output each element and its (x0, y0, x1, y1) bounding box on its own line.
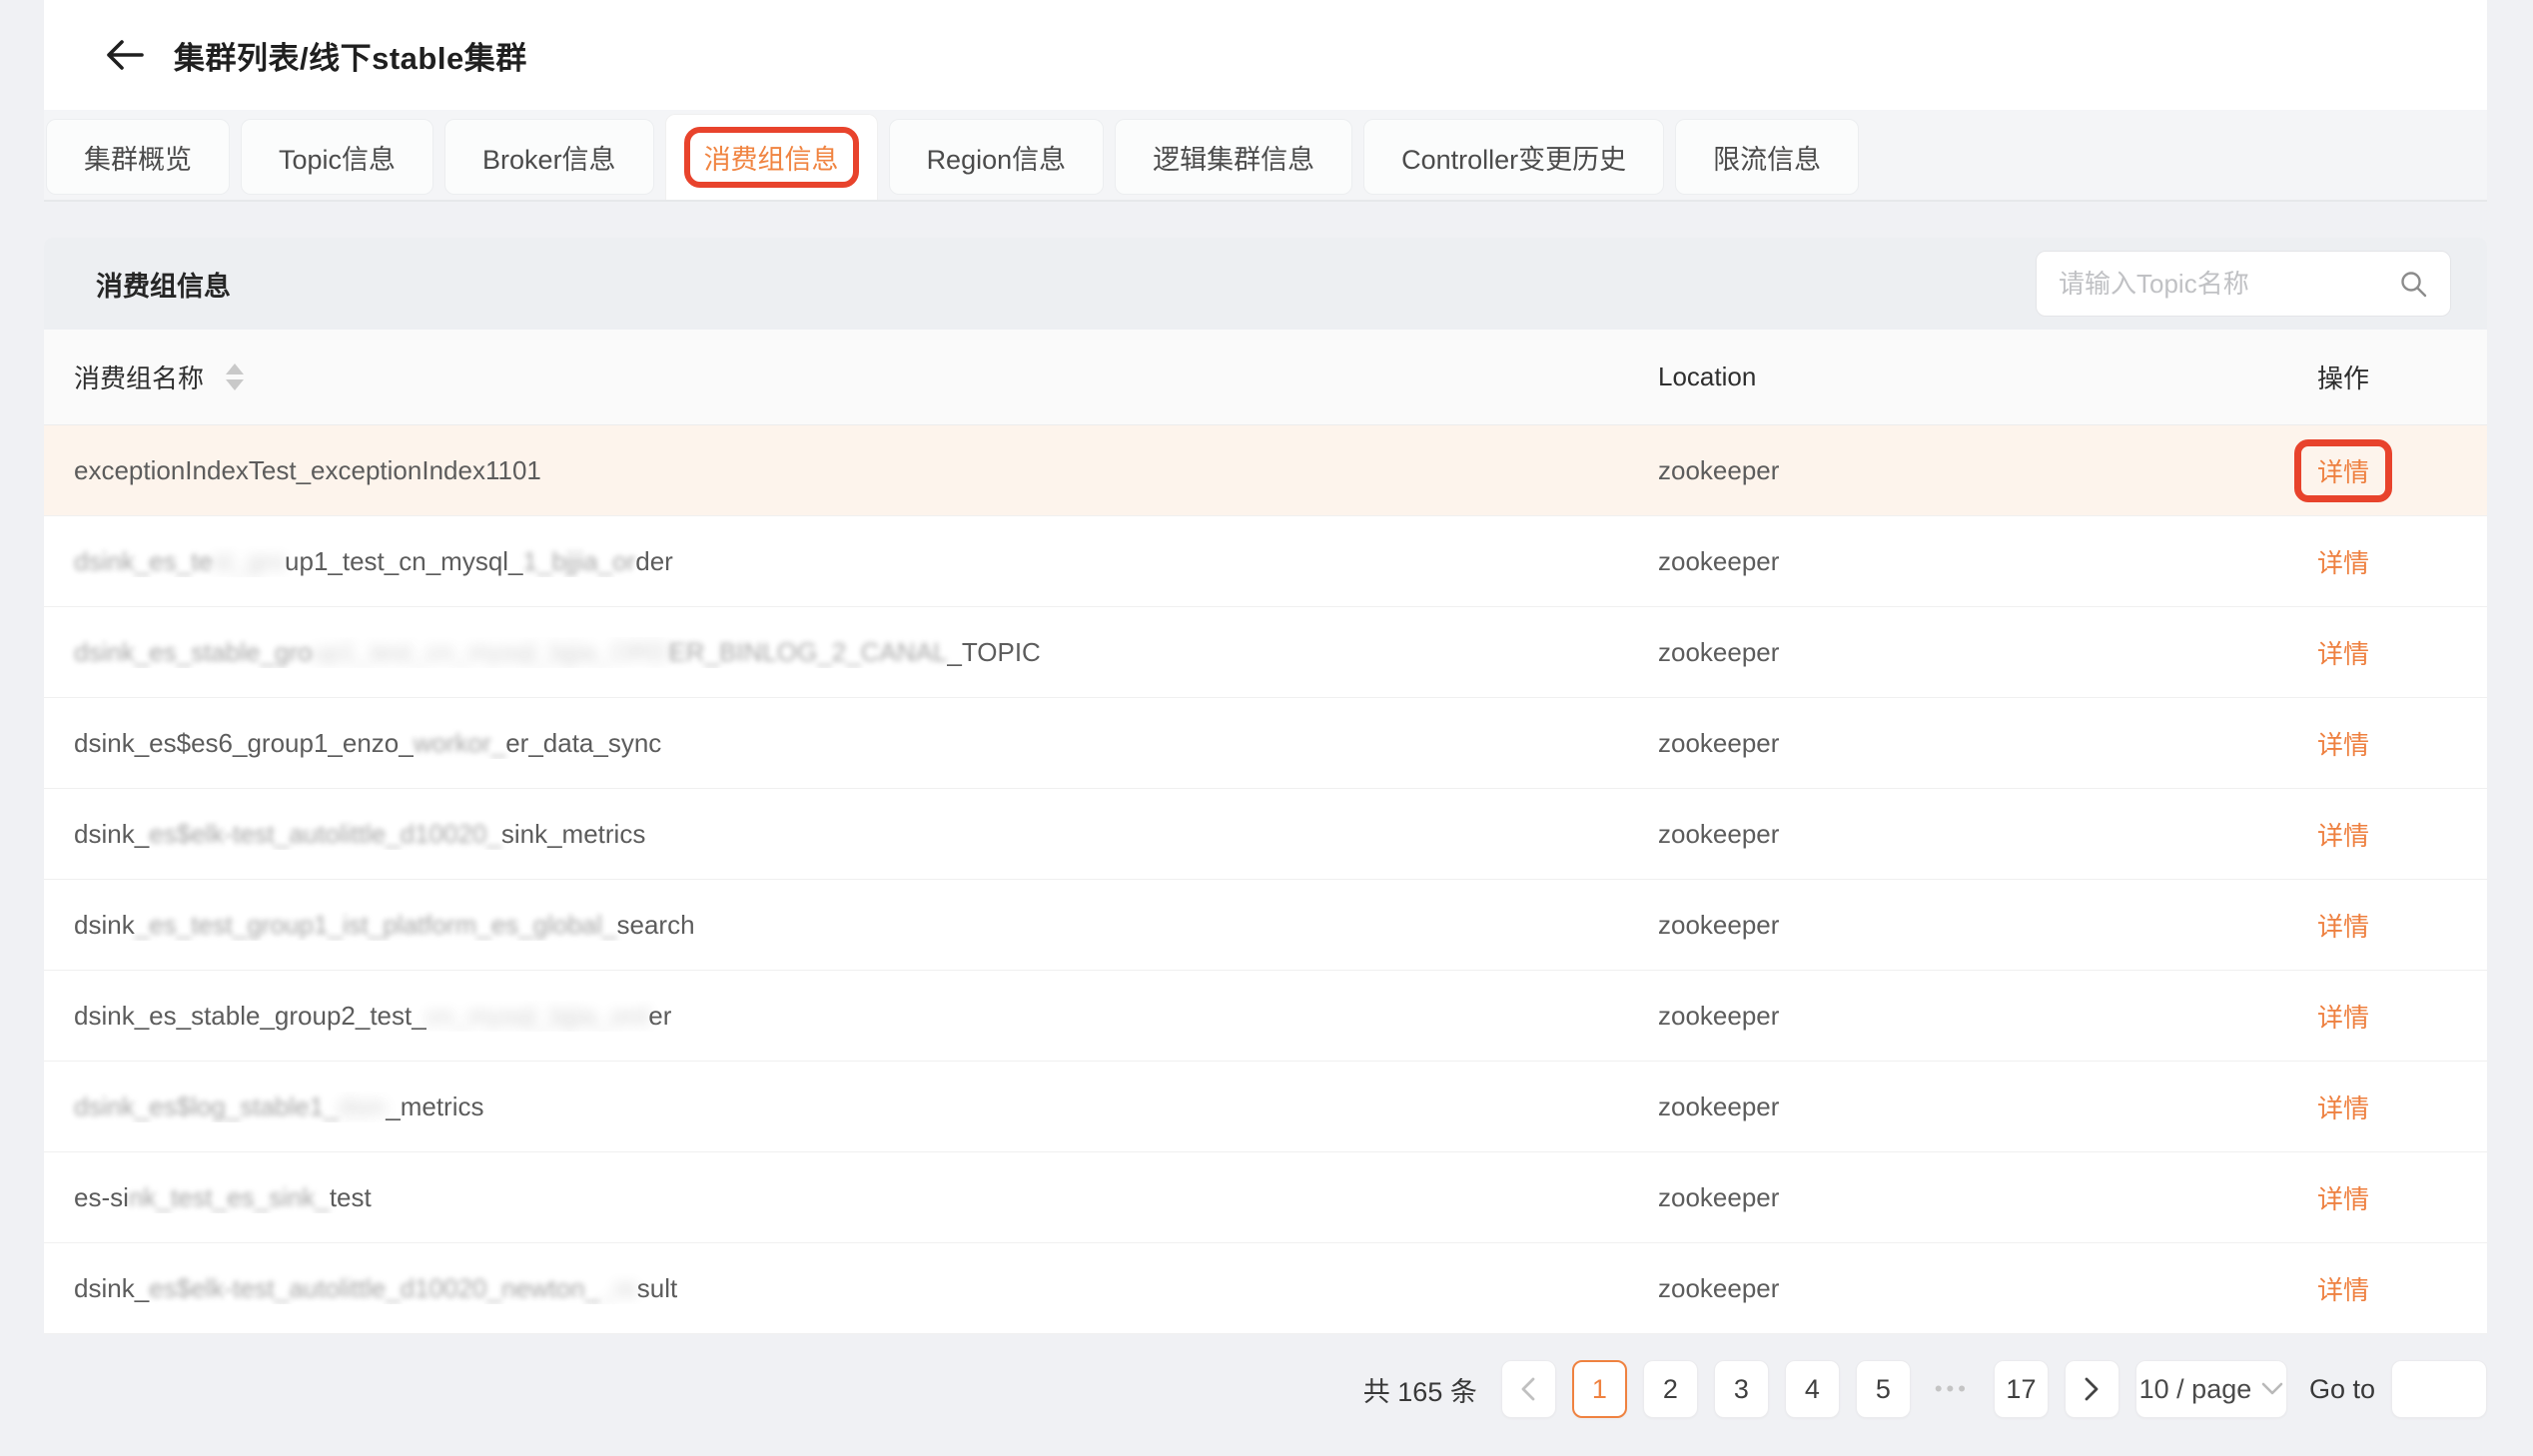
action-cell: 详情 (2157, 1179, 2487, 1216)
table-row: dsink_es_stable_group2_test_cn_mysql_bjj… (44, 971, 2487, 1062)
tab-7[interactable]: Controller变更历史 (1363, 119, 1664, 195)
tab-bar: 集群概览 Topic信息 Broker信息 消费组信息 Region信息 逻辑集… (44, 110, 2487, 202)
action-cell: 详情 (2157, 998, 2487, 1035)
page-size-select[interactable]: 10 / page (2135, 1360, 2287, 1418)
page-header: 集群列表/线下stable集群 (44, 0, 2487, 110)
panel-header: 消费组信息 (44, 238, 2487, 330)
location-value: zookeeper (1658, 637, 2157, 668)
table-row: dsink_es$elk-test_autolittle_d10020_sink… (44, 789, 2487, 880)
tab-label: Broker信息 (482, 145, 616, 175)
tab-1[interactable]: 集群概览 (46, 119, 230, 195)
page-number-button[interactable]: 2 (1643, 1360, 1698, 1418)
total-count: 共 165 条 (1363, 1370, 1477, 1409)
sort-desc-icon[interactable] (226, 379, 244, 390)
action-cell: 详情 (2157, 907, 2487, 944)
back-arrow-icon[interactable] (102, 33, 146, 77)
detail-link[interactable]: 详情 (2317, 912, 2369, 942)
tab-4[interactable]: 消费组信息 (665, 114, 878, 200)
location-value: zookeeper (1658, 910, 2157, 941)
detail-link[interactable]: 详情 (2317, 1184, 2369, 1214)
next-page-button[interactable] (2065, 1360, 2119, 1418)
panel-title: 消费组信息 (96, 265, 231, 304)
location-value: zookeeper (1658, 728, 2157, 759)
tab-label: 集群概览 (84, 145, 192, 175)
column-header-location: Location (1658, 362, 2157, 392)
location-value: zookeeper (1658, 1182, 2157, 1213)
tab-label: 逻辑集群信息 (1153, 145, 1314, 175)
goto-label: Go to (2309, 1374, 2375, 1405)
detail-link[interactable]: 详情 (2317, 1275, 2369, 1305)
table-row: exceptionIndexTest_exceptionIndex1101 zo… (44, 425, 2487, 516)
detail-link[interactable]: 详情 (2317, 639, 2369, 669)
detail-link[interactable]: 详情 (2317, 548, 2369, 578)
action-cell: 详情 (2157, 634, 2487, 671)
tab-5[interactable]: Region信息 (889, 119, 1105, 195)
table-row: dsink_es$elk-test_autolittle_d10020_newt… (44, 1243, 2487, 1334)
action-cell: 详情 (2157, 543, 2487, 580)
consumer-group-panel: 消费组信息 消费组名称 Location 操作 (44, 238, 2487, 1334)
page-number-button[interactable]: 1 (1572, 1360, 1627, 1418)
table-row: dsink_es$log_stable1_dsin_metrics zookee… (44, 1062, 2487, 1152)
action-cell: 详情 (2157, 725, 2487, 762)
consumer-group-name: es-sink_test_es_sink_test (44, 1182, 1658, 1213)
sort-icon[interactable] (226, 364, 244, 390)
topic-search-input[interactable] (2059, 269, 2398, 300)
page-ellipsis[interactable]: ••• (1927, 1360, 1978, 1418)
action-cell: 详情 (2157, 1270, 2487, 1307)
tab-label: 消费组信息 (704, 145, 839, 175)
location-value: zookeeper (1658, 546, 2157, 577)
tab-8[interactable]: 限流信息 (1675, 119, 1859, 195)
location-value: zookeeper (1658, 1273, 2157, 1304)
table-row: dsink_es_test_group1_test_cn_mysql_1_bjj… (44, 516, 2487, 607)
consumer-group-name: dsink_es$elk-test_autolittle_d10020_newt… (44, 1273, 1658, 1304)
consumer-group-name: dsink_es_test_group1_test_cn_mysql_1_bjj… (44, 546, 1658, 577)
table-row: dsink_es_stable_group1_test_cn_mysql_bjj… (44, 607, 2487, 698)
column-header-action: 操作 (2157, 359, 2487, 395)
consumer-group-name: dsink_es$elk-test_autolittle_d10020_sink… (44, 819, 1658, 850)
search-icon[interactable] (2398, 269, 2428, 299)
tab-3[interactable]: Broker信息 (444, 119, 654, 195)
consumer-group-name: dsink_es$es6_group1_enzo_workor_er_data_… (44, 728, 1658, 759)
action-cell: 详情 (2157, 439, 2487, 502)
consumer-group-name: exceptionIndexTest_exceptionIndex1101 (44, 455, 1658, 486)
table-row: dsink_es_test_group1_ist_platform_es_glo… (44, 880, 2487, 971)
table-body: exceptionIndexTest_exceptionIndex1101 zo… (44, 425, 2487, 1334)
location-value: zookeeper (1658, 1001, 2157, 1032)
page-number-button[interactable]: 5 (1856, 1360, 1911, 1418)
tab-label: Controller变更历史 (1401, 145, 1626, 175)
page-number-button[interactable]: 3 (1714, 1360, 1769, 1418)
column-header-name: 消费组名称 (44, 359, 1658, 395)
consumer-group-name: dsink_es$log_stable1_dsin_metrics (44, 1092, 1658, 1122)
location-value: zookeeper (1658, 455, 2157, 486)
table-row: dsink_es$es6_group1_enzo_workor_er_data_… (44, 698, 2487, 789)
goto-page-input[interactable] (2391, 1360, 2487, 1418)
tab-label: Region信息 (927, 145, 1067, 175)
tab-label: 限流信息 (1713, 145, 1821, 175)
table-header-row: 消费组名称 Location 操作 (44, 330, 2487, 425)
detail-link[interactable]: 详情 (2317, 821, 2369, 851)
action-cell: 详情 (2157, 1089, 2487, 1125)
detail-link[interactable]: 详情 (2317, 1093, 2369, 1123)
consumer-group-name: dsink_es_stable_group2_test_cn_mysql_bjj… (44, 1001, 1658, 1032)
sort-asc-icon[interactable] (226, 364, 244, 374)
location-value: zookeeper (1658, 1092, 2157, 1122)
page-title: 集群列表/线下stable集群 (174, 33, 527, 78)
topic-search-box[interactable] (2036, 251, 2451, 317)
tab-2[interactable]: Topic信息 (241, 119, 433, 195)
action-cell: 详情 (2157, 816, 2487, 853)
chevron-down-icon (2261, 1382, 2283, 1396)
consumer-group-name: dsink_es_stable_group1_test_cn_mysql_bjj… (44, 637, 1658, 668)
detail-link[interactable]: 详情 (2317, 730, 2369, 760)
tab-6[interactable]: 逻辑集群信息 (1115, 119, 1352, 195)
prev-page-button[interactable] (1501, 1360, 1556, 1418)
detail-link[interactable]: 详情 (2317, 1003, 2369, 1033)
location-value: zookeeper (1658, 819, 2157, 850)
detail-link[interactable]: 详情 (2317, 457, 2369, 487)
table-row: es-sink_test_es_sink_test zookeeper 详情 (44, 1152, 2487, 1243)
consumer-group-name: dsink_es_test_group1_ist_platform_es_glo… (44, 910, 1658, 941)
page-number-button[interactable]: 17 (1994, 1360, 2049, 1418)
page-number-button[interactable]: 4 (1785, 1360, 1840, 1418)
pagination-bar: 共 165 条 1 2 3 4 5 ••• 17 10 / page Go to (44, 1360, 2487, 1418)
tab-label: Topic信息 (279, 145, 396, 175)
